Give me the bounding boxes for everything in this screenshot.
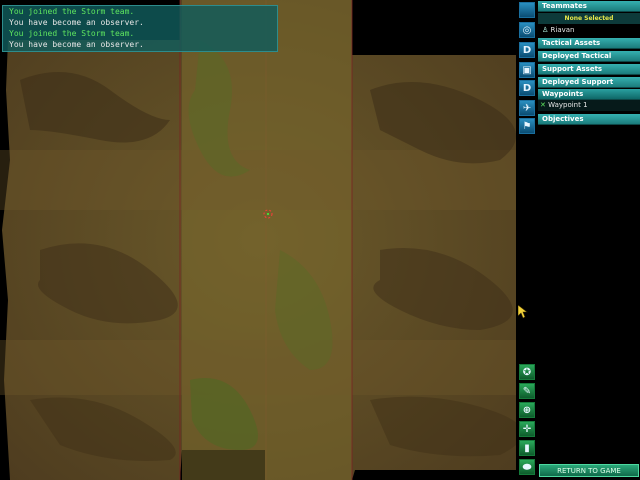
- zoom-icon[interactable]: ⊕: [519, 402, 535, 418]
- command-toolbar: ◎ D ▣ D ✈ ⚑ ✪ ✎ ⊕ ✛ ▮ ⬬: [516, 0, 538, 480]
- tactical-assets-tab[interactable]: Tactical Assets: [538, 38, 640, 49]
- vehicle-icon[interactable]: ⬬: [519, 459, 535, 475]
- tactical-map[interactable]: [0, 0, 516, 480]
- person-icon: ♙: [542, 26, 549, 34]
- chat-line: You joined the Storm team.: [9, 29, 135, 38]
- mouse-cursor-icon: [518, 305, 528, 319]
- deployed-support-tab[interactable]: Deployed Support: [538, 77, 640, 88]
- objectives-header[interactable]: Objectives: [538, 114, 640, 125]
- waypoint-row[interactable]: ✕ Waypoint 1: [538, 100, 640, 111]
- waypoint-name: Waypoint 1: [548, 101, 588, 109]
- map-center-dot: [267, 213, 269, 215]
- waypoints-header[interactable]: Waypoints: [538, 89, 640, 100]
- selection-status: None Selected: [538, 13, 640, 24]
- support-assets-tab[interactable]: Support Assets: [538, 64, 640, 75]
- box-icon[interactable]: ▣: [519, 62, 535, 78]
- chat-log: You joined the Storm team. You have beco…: [2, 5, 278, 52]
- chat-line: You have become an observer.: [9, 40, 144, 49]
- player-icon[interactable]: [519, 2, 535, 18]
- aircraft-icon[interactable]: ✈: [519, 100, 535, 116]
- terrain-view: [0, 0, 516, 480]
- deploy-icon[interactable]: D: [519, 42, 535, 58]
- deploy-icon-2[interactable]: D: [519, 80, 535, 96]
- waypoint-icon: ✕: [540, 101, 546, 109]
- target-icon[interactable]: ◎: [519, 22, 535, 38]
- bar-icon[interactable]: ▮: [519, 440, 535, 456]
- soldier-icon[interactable]: ⚑: [519, 118, 535, 134]
- return-to-game-button[interactable]: RETURN TO GAME: [539, 464, 639, 477]
- chat-line: You have become an observer.: [9, 18, 144, 27]
- crosshair-icon[interactable]: ✛: [519, 421, 535, 437]
- teammates-header[interactable]: Teammates: [538, 1, 640, 12]
- command-panel: Teammates None Selected ♙ Riavan Tactica…: [538, 0, 640, 480]
- deployed-tactical-tab[interactable]: Deployed Tactical: [538, 51, 640, 62]
- teammate-row[interactable]: ♙ Riavan: [538, 25, 640, 36]
- chat-line: You joined the Storm team.: [9, 7, 135, 16]
- compass-icon[interactable]: ✪: [519, 364, 535, 380]
- teammate-name: Riavan: [550, 26, 575, 34]
- wrench-icon[interactable]: ✎: [519, 383, 535, 399]
